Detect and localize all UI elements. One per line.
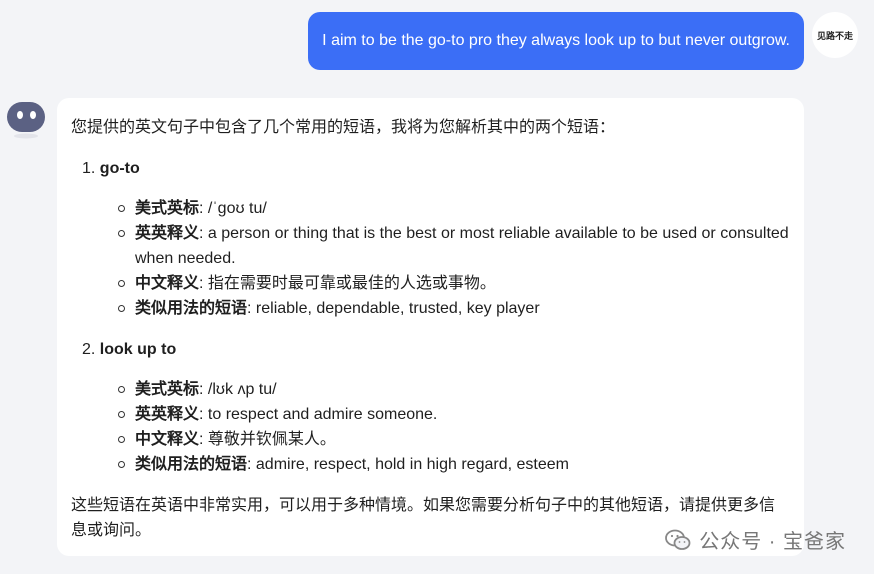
term-block-look-up-to: 2. look up to 美式英标: /lʊk ʌp tu/ 英英释义: to…: [71, 337, 790, 477]
detail-item: 类似用法的短语: reliable, dependable, trusted, …: [118, 296, 790, 321]
detail-item: 类似用法的短语: admire, respect, hold in high r…: [118, 452, 790, 477]
detail-item: 中文释义: 尊敬并钦佩某人。: [118, 427, 790, 452]
detail-separator: :: [247, 300, 256, 317]
detail-label: 中文释义: [135, 431, 200, 448]
detail-item: 英英释义: to respect and admire someone.: [118, 402, 790, 427]
bot-response-card: 您提供的英文句子中包含了几个常用的短语，我将为您解析其中的两个短语： 1. go…: [57, 98, 804, 556]
detail-value: 指在需要时最可靠或最佳的人选或事物。: [207, 275, 496, 292]
detail-label: 美式英标: [135, 200, 200, 217]
term-name: go-to: [99, 160, 140, 177]
detail-item: 美式英标: /ˈɡoʊ tu/: [118, 196, 790, 221]
term-details-list: 美式英标: /ˈɡoʊ tu/ 英英释义: a person or thing …: [71, 196, 790, 321]
detail-separator: :: [199, 275, 208, 292]
response-intro: 您提供的英文句子中包含了几个常用的短语，我将为您解析其中的两个短语：: [71, 119, 616, 136]
detail-separator: :: [199, 200, 208, 217]
user-message-text: I aim to be the go-to pro they always lo…: [322, 32, 790, 49]
detail-label: 美式英标: [135, 381, 200, 398]
term-number: 2.: [82, 341, 96, 358]
term-block-go-to: 1. go-to 美式英标: /ˈɡoʊ tu/ 英英释义: a person …: [71, 156, 790, 321]
watermark: 公众号 · 宝爸家: [665, 525, 846, 554]
term-name: look up to: [99, 341, 177, 358]
bullet-icon: [118, 230, 125, 237]
user-message-bubble: I aim to be the go-to pro they always lo…: [308, 12, 804, 70]
detail-value: admire, respect, hold in high regard, es…: [255, 456, 569, 473]
detail-value: /ˈɡoʊ tu/: [207, 200, 267, 217]
detail-label: 英英释义: [135, 225, 200, 242]
detail-item: 美式英标: /lʊk ʌp tu/: [118, 377, 790, 402]
detail-value: a person or thing that is the best or mo…: [135, 225, 789, 267]
detail-label: 中文释义: [135, 275, 200, 292]
term-title: 1. go-to: [71, 156, 790, 181]
bullet-icon: [118, 436, 125, 443]
detail-separator: :: [247, 456, 256, 473]
term-title: 2. look up to: [71, 337, 790, 362]
detail-label: 类似用法的短语: [135, 456, 248, 473]
detail-value: reliable, dependable, trusted, key playe…: [255, 300, 540, 317]
detail-item: 中文释义: 指在需要时最可靠或最佳的人选或事物。: [118, 271, 790, 296]
detail-value: to respect and admire someone.: [207, 406, 438, 423]
bot-avatar: [6, 100, 46, 140]
bullet-icon: [118, 411, 125, 418]
term-number: 1.: [82, 160, 96, 177]
watermark-text: 公众号 · 宝爸家: [699, 531, 846, 553]
detail-label: 类似用法的短语: [135, 300, 248, 317]
bullet-icon: [118, 205, 125, 212]
detail-value: 尊敬并钦佩某人。: [207, 431, 336, 448]
detail-separator: :: [199, 225, 208, 242]
bullet-icon: [118, 461, 125, 468]
detail-separator: :: [199, 406, 208, 423]
detail-separator: :: [199, 431, 208, 448]
bullet-icon: [118, 280, 125, 287]
term-details-list: 美式英标: /lʊk ʌp tu/ 英英释义: to respect and a…: [71, 377, 790, 477]
user-avatar-text: 见路不走: [816, 30, 853, 41]
user-message-row: I aim to be the go-to pro they always lo…: [0, 12, 874, 70]
bullet-icon: [118, 305, 125, 312]
detail-separator: :: [199, 381, 208, 398]
detail-value: /lʊk ʌp tu/: [207, 381, 277, 398]
detail-item: 英英释义: a person or thing that is the best…: [118, 221, 790, 271]
bot-face-icon: [7, 102, 45, 139]
wechat-icon: [665, 529, 691, 550]
user-avatar[interactable]: 见路不走: [812, 12, 858, 58]
detail-label: 英英释义: [135, 406, 200, 423]
bullet-icon: [118, 386, 125, 393]
